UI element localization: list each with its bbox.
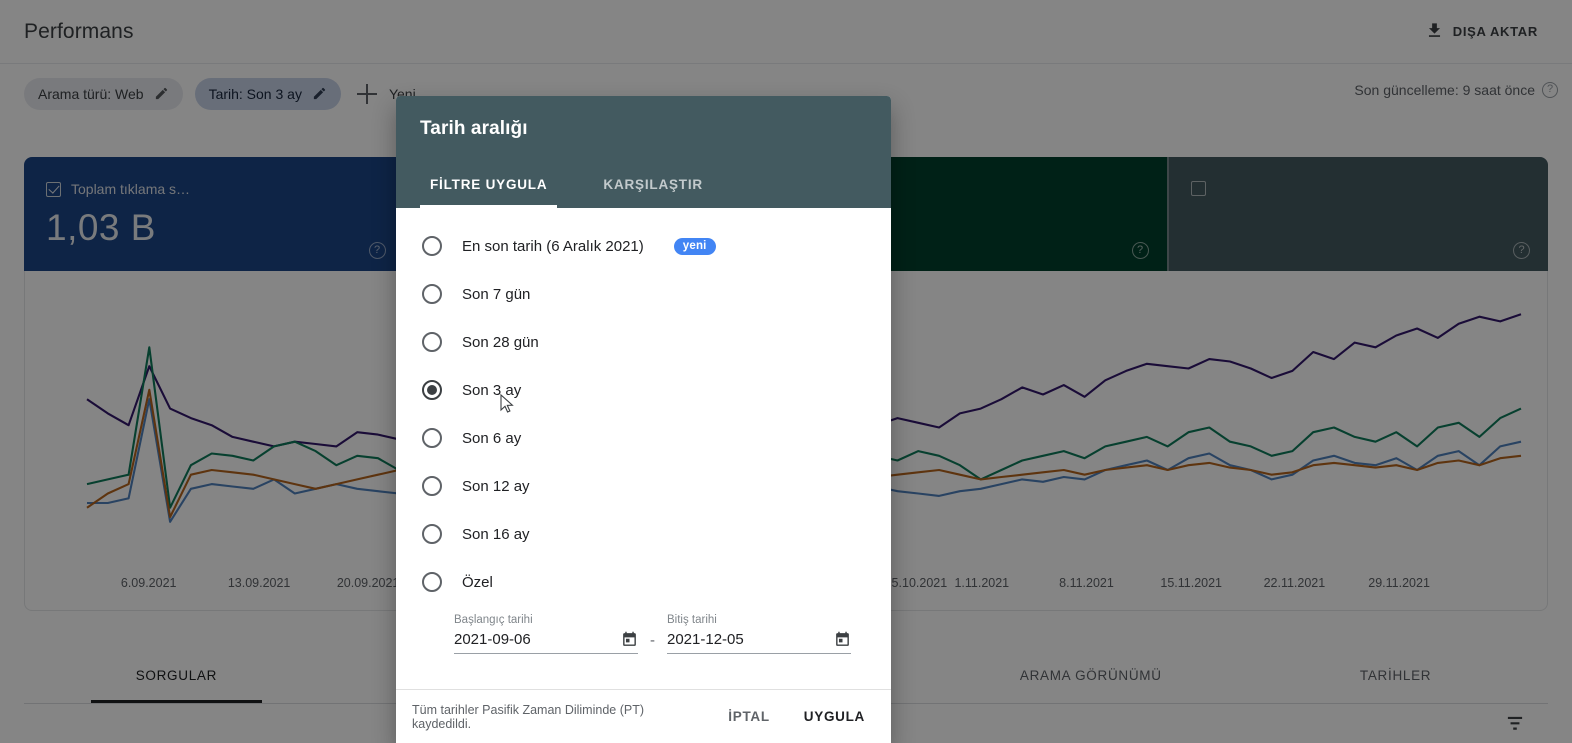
date-range-dialog: Tarih aralığı FİLTRE UYGULA KARŞILAŞTIR E…: [396, 96, 891, 743]
date-option-label: Son 12 ay: [462, 477, 530, 495]
radio-button[interactable]: [422, 524, 442, 544]
calendar-icon[interactable]: [621, 631, 638, 648]
cancel-button[interactable]: İPTAL: [716, 700, 782, 733]
date-option-4[interactable]: Son 6 ay: [396, 414, 891, 462]
dialog-body: En son tarih (6 Aralık 2021) yeni Son 7 gü…: [396, 208, 891, 689]
date-option-2[interactable]: Son 28 gün: [396, 318, 891, 366]
dialog-title: Tarih aralığı: [420, 118, 528, 139]
custom-date-row: Başlangıç tarihi 2021-09-06 - Bitiş tari…: [396, 606, 891, 654]
new-badge: yeni: [673, 237, 716, 255]
date-option-5[interactable]: Son 12 ay: [396, 462, 891, 510]
start-date-field[interactable]: Başlangıç tarihi 2021-09-06: [454, 614, 638, 654]
date-option-1[interactable]: Son 7 gün: [396, 270, 891, 318]
calendar-icon[interactable]: [834, 631, 851, 648]
date-option-7[interactable]: Özel: [396, 558, 891, 606]
mouse-cursor: [500, 394, 514, 413]
radio-button[interactable]: [422, 476, 442, 496]
end-date-value[interactable]: 2021-12-05: [667, 631, 744, 648]
date-option-label: Son 7 gün: [462, 285, 531, 303]
dialog-footer: Tüm tarihler Pasifik Zaman Diliminde (PT…: [396, 689, 891, 743]
date-option-label: Son 6 ay: [462, 429, 522, 447]
date-option-6[interactable]: Son 16 ay: [396, 510, 891, 558]
apply-button[interactable]: UYGULA: [792, 700, 877, 733]
radio-button[interactable]: [422, 236, 442, 256]
end-date-label: Bitiş tarihi: [667, 614, 717, 626]
date-separator: -: [650, 632, 655, 649]
date-option-0[interactable]: En son tarih (6 Aralık 2021) yeni: [396, 222, 891, 270]
date-option-3[interactable]: Son 3 ay: [396, 366, 891, 414]
timezone-note: Tüm tarihler Pasifik Zaman Diliminde (PT…: [412, 702, 644, 731]
end-date-field[interactable]: Bitiş tarihi 2021-12-05: [667, 614, 851, 654]
dialog-tab-0[interactable]: FİLTRE UYGULA: [420, 162, 558, 208]
radio-button[interactable]: [422, 428, 442, 448]
date-option-label: Özel: [462, 573, 493, 591]
date-option-label: En son tarih (6 Aralık 2021): [462, 237, 644, 255]
radio-button[interactable]: [422, 284, 442, 304]
dialog-tab-1[interactable]: KARŞILAŞTIR: [593, 162, 713, 208]
radio-button[interactable]: [422, 332, 442, 352]
start-date-label: Başlangıç tarihi: [454, 614, 533, 626]
radio-button[interactable]: [422, 572, 442, 592]
date-range-options: En son tarih (6 Aralık 2021) yeni Son 7 gü…: [396, 222, 891, 606]
date-option-label: Son 16 ay: [462, 525, 530, 543]
date-option-label: Son 28 gün: [462, 333, 539, 351]
start-date-value[interactable]: 2021-09-06: [454, 631, 531, 648]
dialog-tabs: FİLTRE UYGULA KARŞILAŞTIR: [420, 162, 867, 208]
radio-button[interactable]: [422, 380, 442, 400]
dialog-header: Tarih aralığı FİLTRE UYGULA KARŞILAŞTIR: [396, 96, 891, 208]
